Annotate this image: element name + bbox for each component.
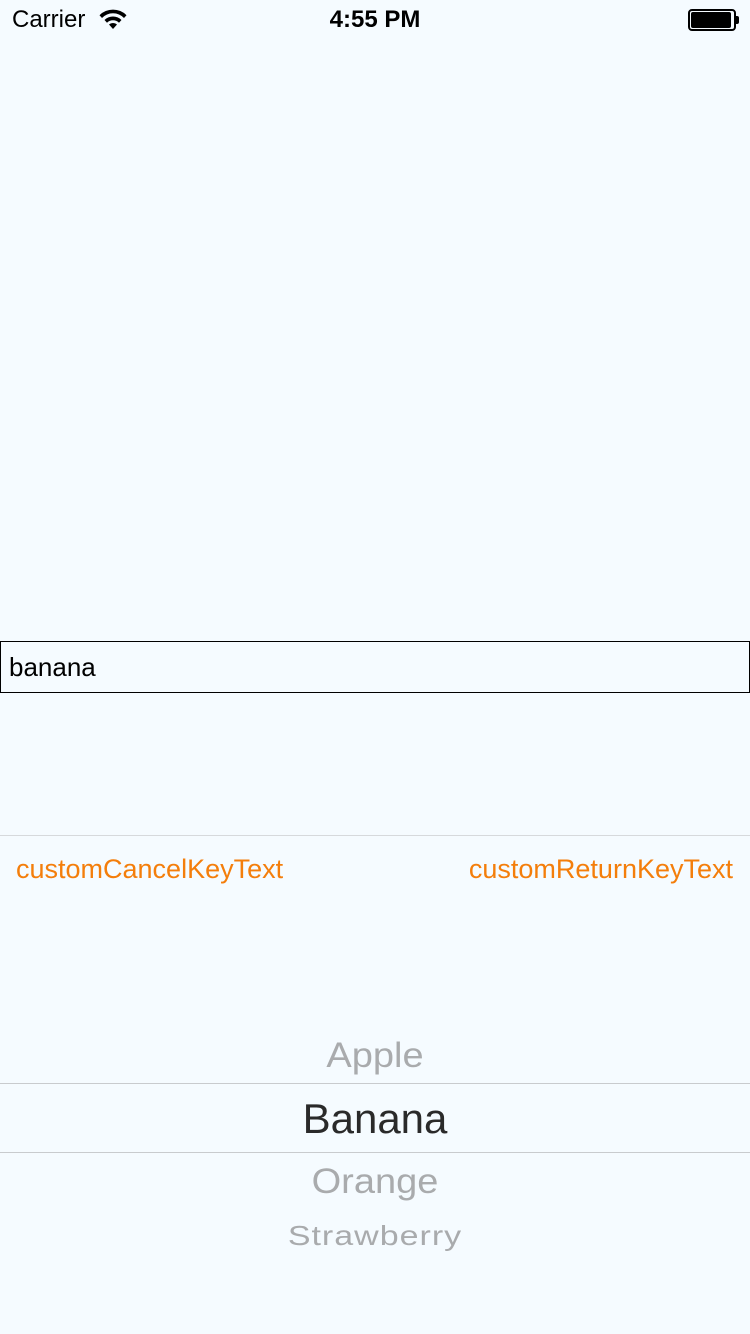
text-field[interactable]: banana: [0, 641, 750, 693]
battery-icon: [688, 9, 740, 31]
picker-selection-bottom-line: [0, 1152, 750, 1153]
picker-item[interactable]: Orange: [0, 1162, 750, 1201]
text-field-value: banana: [9, 652, 96, 682]
cancel-button[interactable]: customCancelKeyText: [16, 852, 283, 886]
picker-item[interactable]: Strawberry: [0, 1222, 750, 1250]
return-button[interactable]: customReturnKeyText: [469, 852, 733, 886]
clock: 4:55 PM: [329, 6, 421, 33]
picker-item-selected[interactable]: Banana: [0, 1095, 750, 1143]
status-bar: Carrier 4:55 PM: [0, 0, 750, 40]
picker-selection-top-line: [0, 1083, 750, 1084]
toolbar-divider: [0, 835, 750, 836]
picker-item[interactable]: Apple: [0, 1037, 750, 1074]
